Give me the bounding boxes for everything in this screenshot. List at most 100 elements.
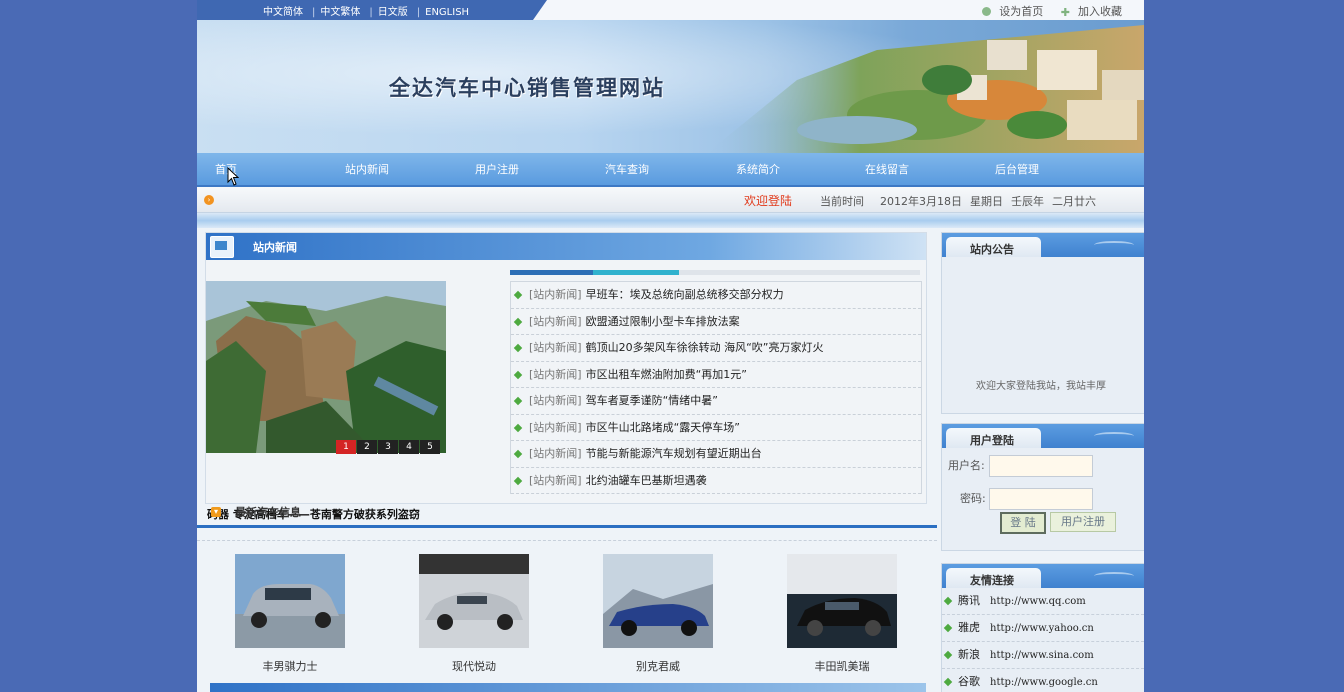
car-image-sports[interactable] [419, 554, 529, 648]
friend-links-tab: 友情连接 [946, 568, 1041, 588]
set-homepage-link[interactable]: 设为首页 [999, 5, 1043, 18]
plus-icon: ✚ [1060, 6, 1070, 19]
friend-link[interactable]: 谷歌 http://www.google.cn [942, 669, 1144, 692]
slideshow-image [206, 281, 446, 453]
news-item[interactable]: [站内新闻] 市区牛山北路堵成“露天停车场” [511, 415, 921, 441]
date-text: 2012年3月18日 [880, 195, 962, 208]
news-header: 站内新闻 [206, 233, 926, 260]
divider [197, 540, 937, 541]
car-card[interactable]: 丰男骐力士 [235, 554, 345, 674]
news-item[interactable]: [站内新闻] 欧盟通过限制小型卡车排放法案 [511, 309, 921, 335]
register-button[interactable]: 用户注册 [1050, 512, 1116, 532]
friend-links-title: 友情连接 [970, 574, 1014, 587]
nav-admin[interactable]: 后台管理 [995, 161, 1039, 177]
nav-news[interactable]: 站内新闻 [345, 161, 389, 177]
welcome-text: 欢迎登陆 [744, 194, 793, 208]
header-decoration [1094, 241, 1134, 249]
slide-page-4[interactable]: 4 [399, 440, 419, 454]
username-label: 用户名: [948, 459, 985, 472]
car-card[interactable]: 现代悦动 [419, 554, 529, 674]
banner: 全达汽车中心销售管理网站 [197, 20, 1144, 153]
arrow-down-icon: ▾ [211, 507, 221, 517]
top-links: 设为首页 ✚ 加入收藏 [982, 3, 1122, 19]
car-name[interactable]: 丰田凯美瑞 [787, 658, 897, 674]
news-title: 站内新闻 [253, 241, 297, 254]
next-section-header [210, 683, 926, 692]
username-input[interactable] [989, 455, 1093, 477]
lang-japanese[interactable]: 日文版 [378, 7, 408, 18]
slideshow-pager: 12345 [336, 439, 441, 454]
login-header: 用户登陆 [942, 424, 1144, 448]
main-nav: 首页 站内新闻 用户注册 汽车查询 系统简介 在线留言 后台管理 [197, 153, 1144, 187]
friend-links-panel: 友情连接 腾讯 http://www.qq.com 雅虎 http://www.ya… [941, 563, 1144, 692]
notice-title: 站内公告 [970, 243, 1014, 256]
car-card[interactable]: 丰田凯美瑞 [787, 554, 897, 674]
nav-guestbook[interactable]: 在线留言 [865, 161, 909, 177]
mouse-cursor-icon [227, 167, 239, 186]
friend-links-header: 友情连接 [942, 564, 1144, 588]
car-name[interactable]: 现代悦动 [419, 658, 529, 674]
news-item[interactable]: [站内新闻] 驾车者夏季谨防“情绪中暑” [511, 388, 921, 415]
lang-separator: | [416, 7, 421, 18]
latest-cars-header: ▾ 最新汽车信息 [197, 503, 937, 528]
news-item[interactable]: [站内新闻] 节能与新能源汽车规划有望近期出台 [511, 441, 921, 468]
friend-link[interactable]: 雅虎 http://www.yahoo.cn [942, 615, 1144, 642]
language-bar: 中文简体 | 中文繁体 | 日文版 | ENGLISH [197, 0, 547, 20]
site-title: 全达汽车中心销售管理网站 [389, 75, 665, 100]
slide-page-3[interactable]: 3 [378, 440, 398, 454]
header-decoration [1094, 572, 1134, 580]
lang-traditional[interactable]: 中文繁体 [320, 7, 360, 18]
login-title: 用户登陆 [970, 434, 1014, 447]
news-item[interactable]: [站内新闻] 北约油罐车巴基斯坦遇袭 [511, 468, 921, 494]
current-time: 当前时间 2012年3月18日 星期日 壬辰年 二月廿六 [820, 193, 1104, 209]
page: 中文简体 | 中文繁体 | 日文版 | ENGLISH 设为首页 ✚ 加入收藏 全达汽车 [197, 0, 1144, 692]
car-name[interactable]: 别克君威 [603, 658, 713, 674]
info-bar: › 欢迎登陆 当前时间 2012年3月18日 星期日 壬辰年 二月廿六 [197, 187, 1144, 213]
top-strip: 中文简体 | 中文繁体 | 日文版 | ENGLISH 设为首页 ✚ 加入收藏 [197, 0, 1144, 20]
login-panel: 用户登陆 用户名: 密码: 登 陆 用户注册 [941, 423, 1144, 551]
lang-english[interactable]: ENGLISH [425, 7, 469, 18]
home-icon [982, 7, 992, 16]
slide-page-2[interactable]: 2 [357, 440, 377, 454]
friend-link[interactable]: 腾讯 http://www.qq.com [942, 588, 1144, 615]
friend-link[interactable]: 新浪 http://www.sina.com [942, 642, 1144, 669]
news-slideshow[interactable]: 12345 码器 专淀高档车——苍南警方破获系列盗窃 [206, 281, 446, 521]
lang-simplified[interactable]: 中文简体 [263, 7, 303, 18]
weekday-text: 星期日 [970, 195, 1003, 208]
nav-car-search[interactable]: 汽车查询 [605, 161, 649, 177]
city-landscape-image [707, 25, 1144, 153]
nav-about[interactable]: 系统简介 [736, 161, 780, 177]
add-favorite-link[interactable]: 加入收藏 [1078, 5, 1122, 18]
news-item[interactable]: [站内新闻] 鹤顶山20多架风车徐徐转动 海风“吹”亮万家灯火 [511, 335, 921, 362]
password-input[interactable] [989, 488, 1093, 510]
notice-body: 欢迎大家登陆我站，我站丰厚 [942, 257, 1144, 413]
news-item[interactable]: [站内新闻] 早班车：埃及总统向副总统移交部分权力 [511, 282, 921, 309]
latest-cars-title: 最新汽车信息 [235, 506, 301, 519]
lunar-text: 二月廿六 [1052, 195, 1096, 208]
login-button[interactable]: 登 陆 [1000, 512, 1046, 534]
notice-tab: 站内公告 [946, 237, 1041, 257]
car-card[interactable]: 别克君威 [603, 554, 713, 674]
car-image-sedan[interactable] [787, 554, 897, 648]
nav-register[interactable]: 用户注册 [475, 161, 519, 177]
year-text: 壬辰年 [1011, 195, 1044, 208]
notice-text: 欢迎大家登陆我站，我站丰厚 [976, 381, 1106, 392]
news-list: [站内新闻] 早班车：埃及总统向副总统移交部分权力 [站内新闻] 欧盟通过限制小型卡… [510, 281, 922, 494]
divider-stripe [197, 213, 1144, 228]
slide-page-5[interactable]: 5 [420, 440, 440, 454]
language-links: 中文简体 | 中文繁体 | 日文版 | ENGLISH [263, 3, 473, 18]
lang-separator: | [312, 7, 316, 18]
news-item[interactable]: [站内新闻] 市区出租车燃油附加费“再加1元” [511, 362, 921, 388]
time-label: 当前时间 [820, 195, 864, 208]
car-name[interactable]: 丰男骐力士 [235, 658, 345, 674]
bullet-icon: › [204, 195, 214, 205]
notice-header: 站内公告 [942, 233, 1144, 257]
lang-separator: | [369, 7, 373, 18]
password-label: 密码: [960, 492, 986, 505]
slide-page-1[interactable]: 1 [336, 440, 356, 454]
news-section: 站内新闻 12345 码器 专淀高档车——苍南警方破获系列盗窃 [站内新闻] 早班… [205, 232, 927, 521]
header-decoration [1094, 432, 1134, 440]
car-image-suv[interactable] [235, 554, 345, 648]
car-image-convertible[interactable] [603, 554, 713, 648]
friend-links-list: 腾讯 http://www.qq.com 雅虎 http://www.yahoo.c… [942, 588, 1144, 692]
